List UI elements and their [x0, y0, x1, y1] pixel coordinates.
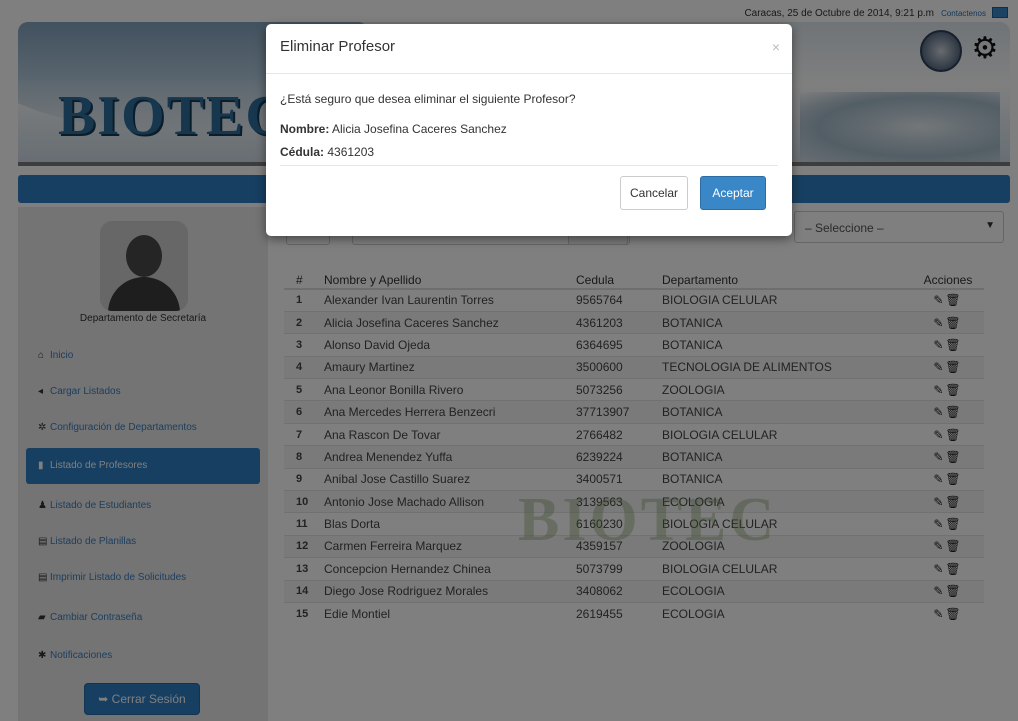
- name-value: Alicia Josefina Caceres Sanchez: [332, 122, 507, 136]
- accept-button[interactable]: Aceptar: [700, 176, 766, 210]
- delete-professor-dialog: Eliminar Profesor × ¿Está seguro que des…: [266, 24, 792, 236]
- close-icon[interactable]: ×: [772, 39, 780, 55]
- cedula-value: 4361203: [327, 145, 375, 159]
- cancel-button[interactable]: Cancelar: [620, 176, 688, 210]
- cedula-label: Cédula:: [280, 145, 325, 159]
- dialog-cedula-line: Cédula: 4361203: [280, 145, 374, 159]
- dialog-question: ¿Está seguro que desea eliminar el sigui…: [280, 92, 576, 106]
- dialog-title: Eliminar Profesor: [280, 38, 396, 55]
- dialog-divider: [280, 165, 778, 166]
- dialog-header: Eliminar Profesor ×: [266, 24, 792, 74]
- dialog-name-line: Nombre: Alicia Josefina Caceres Sanchez: [280, 122, 507, 136]
- name-label: Nombre:: [280, 122, 330, 136]
